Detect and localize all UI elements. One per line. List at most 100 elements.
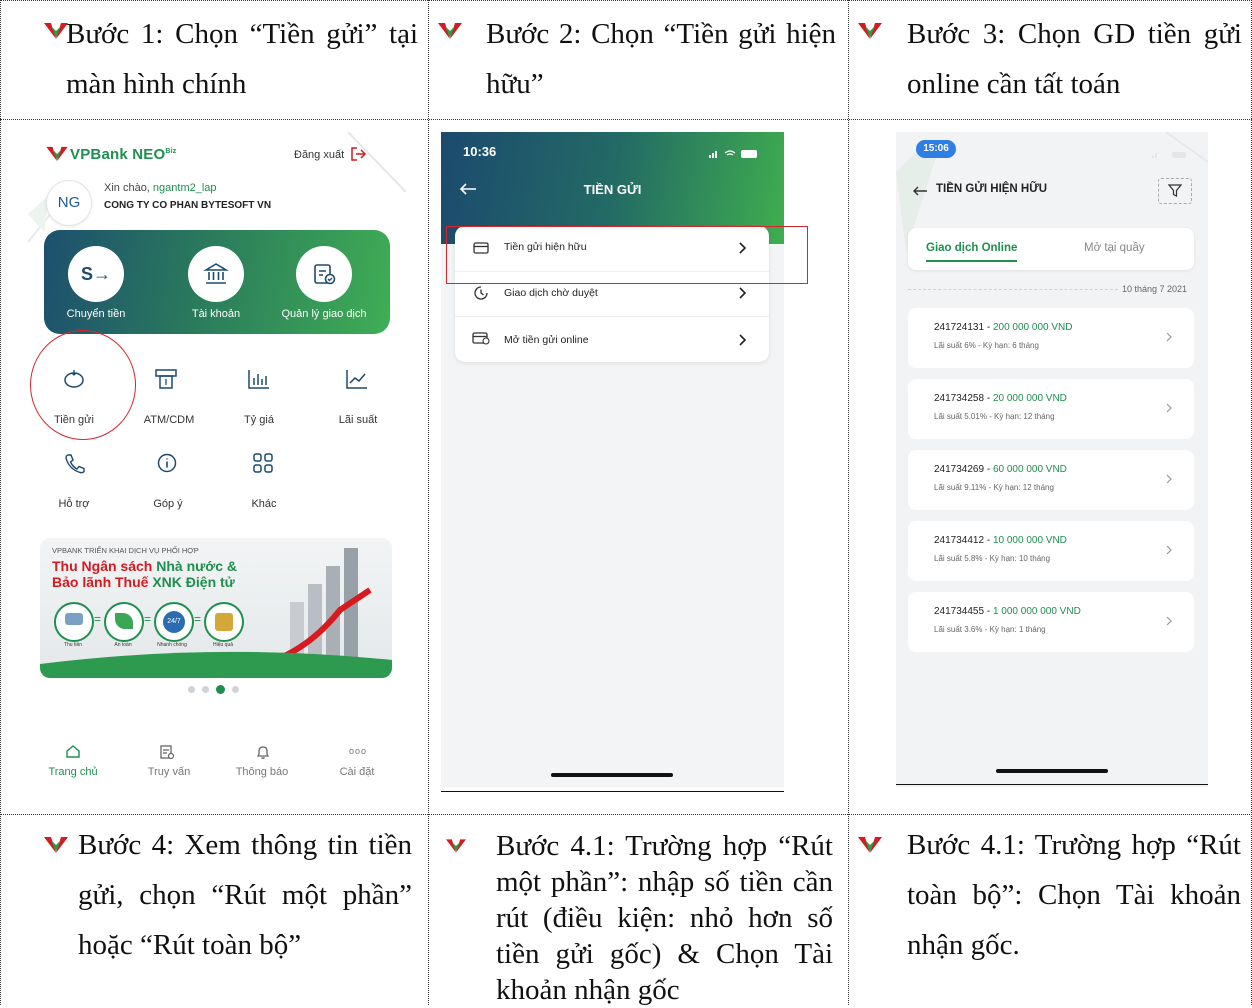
deposit-card[interactable]: 241734455 - 1 000 000 000 VND Lãi suất 3… [908, 592, 1194, 652]
transfer-icon[interactable]: S→ [68, 246, 124, 302]
nav-settings[interactable]: Cài đặt [322, 766, 392, 778]
back-arrow-icon[interactable] [912, 184, 928, 202]
grid-label-atm[interactable]: ATM/CDM [134, 414, 204, 426]
status-time: 10:36 [463, 144, 497, 159]
action-label-transfer: Chuyển tiền [66, 308, 126, 320]
deposit-card[interactable]: 241724131 - 200 000 000 VND Lãi suất 6% … [908, 308, 1194, 368]
row-divider-1 [0, 119, 1252, 120]
greeting: Xin chào, ngantm2_lap [104, 182, 217, 194]
status-icons [1152, 146, 1192, 158]
promo-banner[interactable]: VPBANK TRIỂN KHAI DỊCH VỤ PHỐI HỢP Thu N… [40, 538, 392, 678]
column-divider-1 [428, 0, 429, 1005]
atm-icon[interactable] [153, 368, 179, 395]
image-bottom-line [896, 784, 1208, 785]
menu-item-label: Giao dịch chờ duyệt [504, 287, 598, 299]
vpbank-bullet-icon [44, 836, 68, 854]
logout-button[interactable]: Đăng xuất [294, 147, 367, 161]
chevron-right-icon [739, 334, 746, 346]
avatar[interactable]: NG [46, 180, 92, 226]
nav-notifications[interactable]: Thông báo [227, 766, 297, 778]
banner-handshake-icon [54, 602, 94, 642]
exchange-rate-icon[interactable] [246, 368, 272, 395]
grid-label-exchange[interactable]: Tỷ giá [227, 414, 291, 426]
phone-support-icon[interactable] [61, 452, 87, 479]
query-icon[interactable] [159, 744, 175, 765]
grid-label-feedback[interactable]: Góp ý [136, 498, 200, 510]
logo-text: VPBank NEOBiz [70, 146, 177, 163]
feedback-icon[interactable] [156, 452, 178, 479]
screenshot-home: VPBank NEOBiz Đăng xuất NG Xin chào, nga… [28, 132, 406, 787]
deposit-card[interactable]: 241734269 - 60 000 000 VND Lãi suất 9.11… [908, 450, 1194, 510]
chevron-right-icon [1166, 616, 1172, 626]
date-label: 10 tháng 7 2021 [1122, 284, 1188, 294]
grid-label-support[interactable]: Hỗ trợ [42, 498, 106, 510]
interest-rate-icon[interactable] [344, 368, 370, 395]
deposit-card[interactable]: 241734412 - 10 000 000 VND Lãi suất 5.8%… [908, 521, 1194, 581]
screen-title: TIỀN GỬI HIỆN HỮU [936, 183, 1048, 195]
banner-icon-label: An toàn [114, 642, 132, 648]
tab-branch[interactable]: Mở tại quầy [1084, 242, 1145, 254]
date-separator-line [908, 289, 1118, 290]
highlight-rectangle [446, 226, 808, 284]
deposit-detail: Lãi suất 6% - Kỳ hạn: 6 tháng [934, 341, 1039, 350]
vpbank-logo [46, 146, 68, 167]
banner-icon-label: Thu tiền [63, 642, 83, 648]
transaction-manage-icon[interactable] [296, 246, 352, 302]
tab-online[interactable]: Giao dịch Online [926, 242, 1018, 262]
bank-account-icon[interactable] [188, 246, 244, 302]
instruction-table: Bước 1: Chọn “Tiền gửi” tại màn hình chí… [0, 0, 1252, 1006]
screenshot-existing-deposits: 15:06 TIỀN GỬI HIỆN HỮU Giao dịch Online… [896, 132, 1208, 787]
step-3-text: Bước 3: Chọn GD tiền gửi online cần tất … [907, 18, 1242, 100]
image-bottom-line [441, 791, 784, 792]
nav-query[interactable]: Truy vấn [134, 766, 204, 778]
step-4-text: Bước 4: Xem thông tin tiền gửi, chọn “Rú… [78, 829, 412, 961]
chevron-right-icon [739, 287, 746, 299]
deposit-title: 241734269 - 60 000 000 VND [934, 464, 1067, 475]
screen-title: TIỀN GỬI [583, 182, 642, 197]
filter-button[interactable] [1158, 178, 1192, 204]
grid-label-interest[interactable]: Lãi suất [324, 414, 392, 426]
deposit-title: 241734258 - 20 000 000 VND [934, 393, 1067, 404]
deposit-detail: Lãi suất 9.11% - Kỳ hạn: 12 tháng [934, 483, 1054, 492]
banner-leaf-icon [104, 602, 144, 642]
highlight-circle [30, 330, 136, 440]
filter-icon [1167, 184, 1183, 197]
banner-icon-label: Nhanh chóng [157, 642, 187, 648]
step-2-text: Bước 2: Chọn “Tiền gửi hiện hữu” [486, 18, 836, 100]
deposit-detail: Lãi suất 5.01% - Kỳ hạn: 12 tháng [934, 412, 1055, 421]
banner-icon-label: Hiệu quả [212, 642, 233, 648]
menu-item-label: Mở tiền gửi online [504, 334, 589, 346]
action-label-account: Tài khoản [191, 308, 241, 320]
status-icons [709, 146, 769, 164]
settings-dots-icon[interactable]: ooo [349, 746, 367, 756]
step-1-text: Bước 1: Chọn “Tiền gửi” tại màn hình chí… [66, 18, 418, 100]
deposit-detail: Lãi suất 5.8% - Kỳ hạn: 10 tháng [934, 554, 1051, 563]
deposit-detail: Lãi suất 3.6% - Kỳ hạn: 1 tháng [934, 625, 1046, 634]
clock-icon [474, 286, 488, 300]
banner-headline: Thu Ngân sách Nhà nước & Bảo lãnh Thuế X… [52, 558, 238, 590]
more-icon[interactable] [252, 452, 274, 479]
chevron-right-icon [1166, 403, 1172, 413]
action-label-manage: Quản lý giao dịch [281, 308, 367, 320]
vpbank-bullet-icon [44, 22, 68, 40]
bell-icon[interactable] [255, 744, 271, 765]
step-4-1-full-text: Bước 4.1: Trường hợp “Rút toàn bộ”: Chọn… [907, 829, 1241, 961]
carousel-dots[interactable] [188, 684, 248, 694]
vpbank-bullet-icon [438, 22, 462, 40]
logout-icon [351, 147, 367, 161]
row-divider-top [0, 0, 1252, 1]
home-indicator [996, 769, 1108, 773]
table-border-left [0, 0, 1, 1005]
menu-item-open-online-deposit[interactable]: Mở tiền gửi online [455, 316, 769, 361]
row-divider-2 [0, 814, 1252, 815]
deposit-card[interactable]: 241734258 - 20 000 000 VND Lãi suất 5.01… [908, 379, 1194, 439]
company-name: CONG TY CO PHAN BYTESOFT VN [104, 200, 272, 211]
status-time: 15:06 [916, 140, 956, 158]
banner-24-7-icon: 24/7 [154, 602, 194, 642]
vpbank-bullet-icon [858, 836, 882, 854]
grid-label-more[interactable]: Khác [232, 498, 296, 510]
nav-home[interactable]: Trang chủ [38, 766, 108, 778]
chevron-right-icon [1166, 545, 1172, 555]
home-icon[interactable] [65, 744, 81, 763]
vpbank-bullet-icon [858, 22, 882, 40]
